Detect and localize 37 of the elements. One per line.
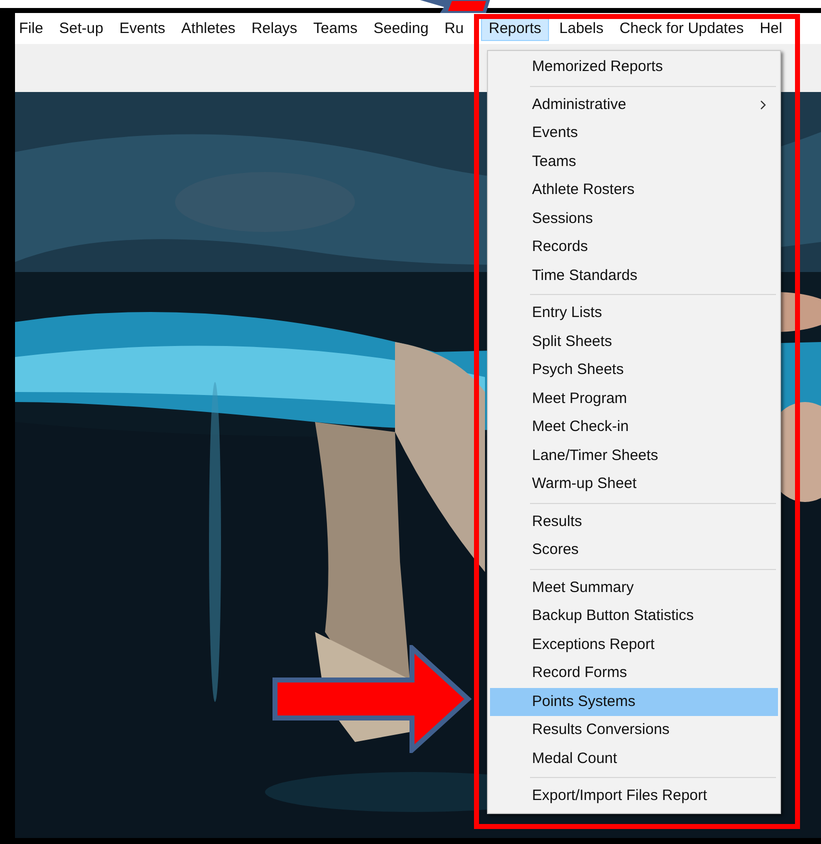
menu-item[interactable]: Results: [490, 508, 778, 536]
menu-item[interactable]: Entry Lists: [490, 299, 778, 328]
menu-item[interactable]: Scores: [490, 536, 778, 564]
menu-item[interactable]: Psych Sheets: [490, 356, 778, 384]
chevron-right-icon: [760, 100, 766, 110]
menu-item[interactable]: Split Sheets: [490, 328, 778, 356]
menu-item[interactable]: Athletes: [173, 16, 244, 41]
menu-item[interactable]: Export/Import Files Report: [490, 782, 778, 810]
menu-item[interactable]: File: [15, 16, 52, 41]
menu-item[interactable]: Set-up: [51, 16, 112, 41]
menu-item[interactable]: Sessions: [490, 204, 778, 233]
menu-item[interactable]: Hel: [752, 16, 790, 41]
menu-item[interactable]: Ru: [436, 16, 472, 41]
menu-item[interactable]: Seeding: [365, 16, 437, 41]
menu-item[interactable]: Teams: [490, 148, 778, 176]
menu-item[interactable]: Athlete Rosters: [490, 176, 778, 204]
menu-item[interactable]: Medal Count: [490, 744, 778, 773]
menu-item[interactable]: Meet Check-in: [490, 413, 778, 442]
menu-item[interactable]: Time Standards: [490, 262, 778, 290]
menu-item[interactable]: Relays: [243, 16, 306, 41]
menu-item[interactable]: Memorized Reports: [490, 53, 778, 82]
menu-item[interactable]: Record Forms: [490, 659, 778, 688]
menu-item[interactable]: Results Conversions: [490, 716, 778, 744]
menu-item[interactable]: Points Systems: [490, 688, 778, 716]
menu-item[interactable]: Warm-up Sheet: [490, 470, 778, 498]
menu-item[interactable]: Events: [111, 16, 174, 41]
menu-item[interactable]: Meet Program: [490, 384, 778, 413]
menu-item[interactable]: Administrative: [490, 90, 778, 119]
menu-item[interactable]: Records: [490, 233, 778, 262]
menu-item[interactable]: Labels: [551, 16, 612, 41]
menu-item[interactable]: Teams: [305, 16, 366, 41]
menu-item[interactable]: Events: [490, 119, 778, 148]
menu-item[interactable]: Backup Button Statistics: [490, 602, 778, 630]
menu-item[interactable]: Exceptions Report: [490, 630, 778, 659]
menu-item[interactable]: Check for Updates: [611, 16, 752, 41]
menu-item[interactable]: Meet Summary: [490, 574, 778, 602]
menu-item[interactable]: Lane/Timer Sheets: [490, 442, 778, 470]
